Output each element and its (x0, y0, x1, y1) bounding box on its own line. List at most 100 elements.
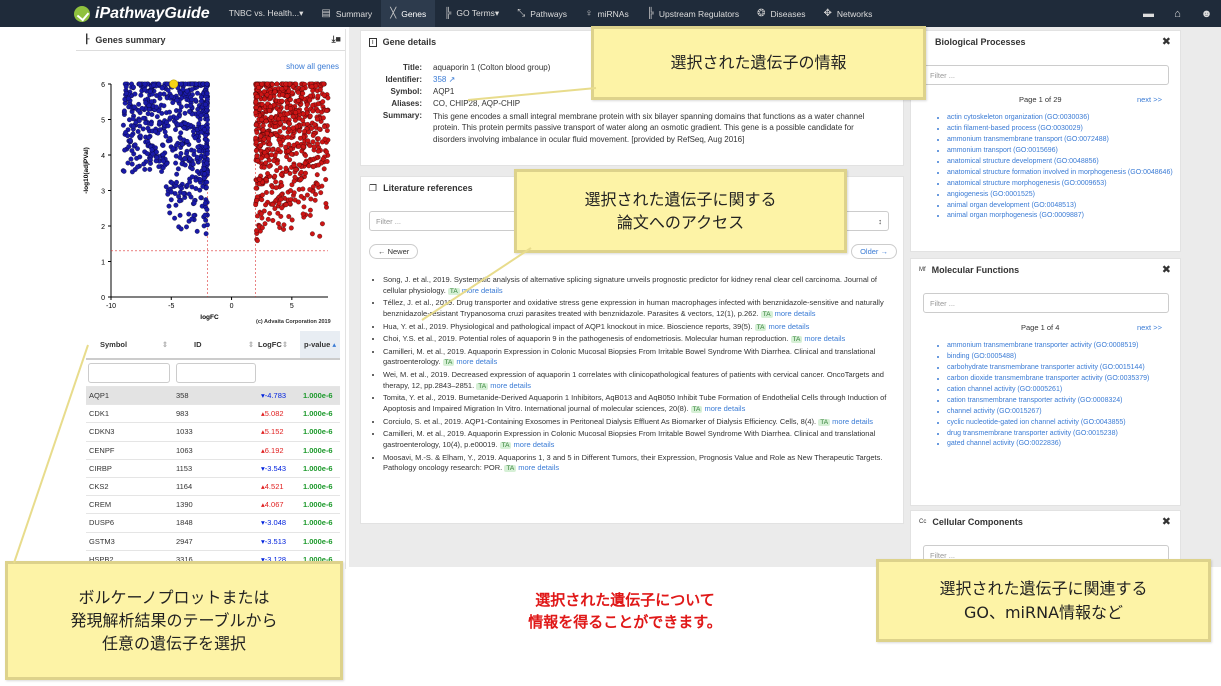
table-row[interactable]: CENPF 1063 ▴6.192 1.000e-6 (86, 440, 340, 460)
downregulated-point (202, 127, 207, 133)
go-term-link[interactable]: cation transmembrane transporter activit… (947, 396, 1172, 405)
volcano-plot[interactable]: 0 1 2 3 4 5 6 -10 -5 0 5 logFC -log10(adjPVal) (76, 74, 346, 349)
close-icon[interactable]: ✖ (1162, 515, 1171, 528)
go-term-link[interactable]: anatomical structure morphogenesis (GO:0… (947, 179, 1177, 188)
literature-filter-input[interactable]: Filter ... (369, 211, 517, 231)
table-row[interactable]: CIRBP 1153 ▾-3.543 1.000e-6 (86, 458, 340, 478)
older-button[interactable]: Older → (851, 244, 897, 259)
go-term-link[interactable]: actin filament-based process (GO:0030029… (947, 124, 1177, 133)
callout-select-gene: ボルケーノプロットまたは 発現解析結果のテーブルから 任意の遺伝子を選択 (5, 561, 343, 680)
downregulated-point (165, 87, 171, 93)
go-term-link[interactable]: angiogenesis (GO:0001525) (947, 190, 1177, 199)
download-icon[interactable]: ⤓■ (332, 34, 341, 45)
go-term-link[interactable]: anatomical structure formation involved … (947, 168, 1177, 177)
more-details-link[interactable]: more details (490, 381, 531, 390)
upregulated-point (263, 202, 268, 208)
aliases-value: CO, CHIP28, AQP-CHIP (433, 99, 521, 108)
upregulated-point (321, 81, 327, 87)
more-details-link[interactable]: more details (456, 357, 497, 366)
go-term-link[interactable]: animal organ morphogenesis (GO:0009887) (947, 211, 1177, 220)
nav-item-mirnas[interactable]: ♀ miRNAs (576, 0, 638, 27)
nav-item-tnbc-vs-health[interactable]: TNBC vs. Health...▾ (220, 0, 313, 27)
go-term-link[interactable]: binding (GO:0005488) (947, 352, 1172, 361)
nav-item-upstream-regulators[interactable]: ╠ Upstream Regulators (638, 0, 748, 27)
table-row[interactable]: CDKN3 1033 ▴5.152 1.000e-6 (86, 422, 340, 442)
go-term-link[interactable]: gated channel activity (GO:0022836) (947, 439, 1172, 448)
go-term-link[interactable]: ammonium transmembrane transport (GO:007… (947, 135, 1177, 144)
literature-item: Corciulo, S. et al., 2019. AQP1-Containi… (383, 417, 897, 428)
table-row[interactable]: GSTM3 2947 ▾-3.513 1.000e-6 (86, 531, 340, 551)
go-term-link[interactable]: animal organ development (GO:0048513) (947, 201, 1177, 210)
upregulated-point (324, 159, 330, 164)
go-term-link[interactable]: carbon dioxide transmembrane transporter… (947, 374, 1172, 383)
col-pvalue[interactable]: p-value ▴ (300, 331, 340, 360)
downregulated-point (204, 81, 210, 87)
home-icon[interactable]: ⌂ (1163, 8, 1192, 20)
downregulated-point (160, 152, 166, 158)
logfc-cell: ▴6.192 (258, 440, 300, 460)
user-icon[interactable]: ☻ (1192, 8, 1221, 20)
app-logo[interactable]: iPathwayGuide (74, 5, 210, 23)
nav-item-summary[interactable]: ▤ Summary (312, 0, 381, 27)
identifier-link[interactable]: 358 ↗ (433, 75, 455, 87)
mf-filter-input[interactable]: Filter ... (923, 293, 1169, 313)
go-term-link[interactable]: actin cytoskeleton organization (GO:0030… (947, 113, 1177, 122)
upregulated-point (310, 102, 316, 108)
more-details-link[interactable]: more details (775, 309, 816, 318)
bio-list: actin cytoskeleton organization (GO:0030… (947, 113, 1177, 222)
bio-processes-panel: Biological Processes ✖ Filter ... Page 1… (910, 30, 1181, 252)
go-term-link[interactable]: cyclic nucleotide-gated ion channel acti… (947, 418, 1172, 427)
go-term-link[interactable]: ammonium transport (GO:0015696) (947, 146, 1177, 155)
downregulated-point (187, 108, 192, 114)
more-details-link[interactable]: more details (804, 334, 845, 343)
more-details-link[interactable]: more details (518, 463, 559, 472)
go-term-link[interactable]: carbohydrate transmembrane transporter a… (947, 363, 1172, 372)
downregulated-point (198, 98, 204, 104)
close-icon[interactable]: ✖ (1162, 263, 1171, 276)
bio-next-link[interactable]: next >> (1137, 95, 1162, 104)
id-filter-input[interactable] (176, 363, 256, 383)
more-details-link[interactable]: more details (832, 417, 873, 426)
more-details-link[interactable]: more details (462, 286, 503, 295)
col-logfc[interactable]: LogFC⇕ (258, 331, 300, 360)
downregulated-point (132, 142, 138, 148)
y-tick-label: 6 (101, 82, 105, 89)
go-term-link[interactable]: cation channel activity (GO:0005261) (947, 385, 1172, 394)
show-all-genes-link[interactable]: show all genes (286, 62, 339, 71)
symbol-filter-input[interactable] (88, 363, 170, 383)
more-details-link[interactable]: more details (704, 404, 745, 413)
go-term-link[interactable]: anatomical structure development (GO:004… (947, 157, 1177, 166)
chat-icon[interactable]: ▬ (1134, 8, 1163, 20)
table-row[interactable]: DUSP6 1848 ▾-3.048 1.000e-6 (86, 513, 340, 532)
go-term-link[interactable]: drug transmembrane transporter activity … (947, 429, 1172, 438)
symbol-cell: GSTM3 (86, 531, 174, 551)
nav-item-genes[interactable]: ╳ Genes (381, 0, 436, 27)
nav-item-go-terms[interactable]: ╠ GO Terms▾ (435, 0, 508, 27)
bio-filter-input[interactable]: Filter ... (923, 65, 1169, 85)
literature-item: Hua, Y. et al., 2019. Physiological and … (383, 322, 897, 333)
table-row[interactable]: AQP1 358 ▾-4.783 1.000e-6 (86, 385, 340, 405)
newer-button[interactable]: ← Newer (369, 244, 419, 259)
upregulated-point (283, 202, 289, 208)
table-row[interactable]: CKS2 1164 ▴4.521 1.000e-6 (86, 476, 340, 496)
nav-item-networks[interactable]: ✥ Networks (815, 0, 882, 27)
close-icon[interactable]: ✖ (1162, 35, 1171, 48)
table-row[interactable]: CREM 1390 ▴4.067 1.000e-6 (86, 495, 340, 514)
literature-sort-select[interactable]: ↕ (841, 211, 889, 231)
table-row[interactable]: CDK1 983 ▴5.082 1.000e-6 (86, 404, 340, 423)
more-details-link[interactable]: more details (769, 322, 810, 331)
nav-item-diseases[interactable]: ❂ Diseases (748, 0, 814, 27)
col-symbol[interactable]: Symbol ⇕ (86, 331, 174, 360)
ta-badge: TA (442, 359, 455, 367)
col-id[interactable]: ID ⇕ (174, 331, 258, 360)
upregulated-point (288, 225, 294, 231)
downregulated-point (140, 115, 146, 121)
x-tick-label: -5 (168, 303, 174, 310)
nav-item-pathways[interactable]: ⤡ Pathways (508, 0, 576, 27)
more-details-link[interactable]: more details (514, 440, 555, 449)
mf-next-link[interactable]: next >> (1137, 323, 1162, 332)
upregulated-point (320, 221, 325, 227)
go-term-link[interactable]: ammonium transmembrane transporter activ… (947, 341, 1172, 350)
go-term-link[interactable]: channel activity (GO:0015267) (947, 407, 1172, 416)
upregulated-point (269, 189, 275, 195)
